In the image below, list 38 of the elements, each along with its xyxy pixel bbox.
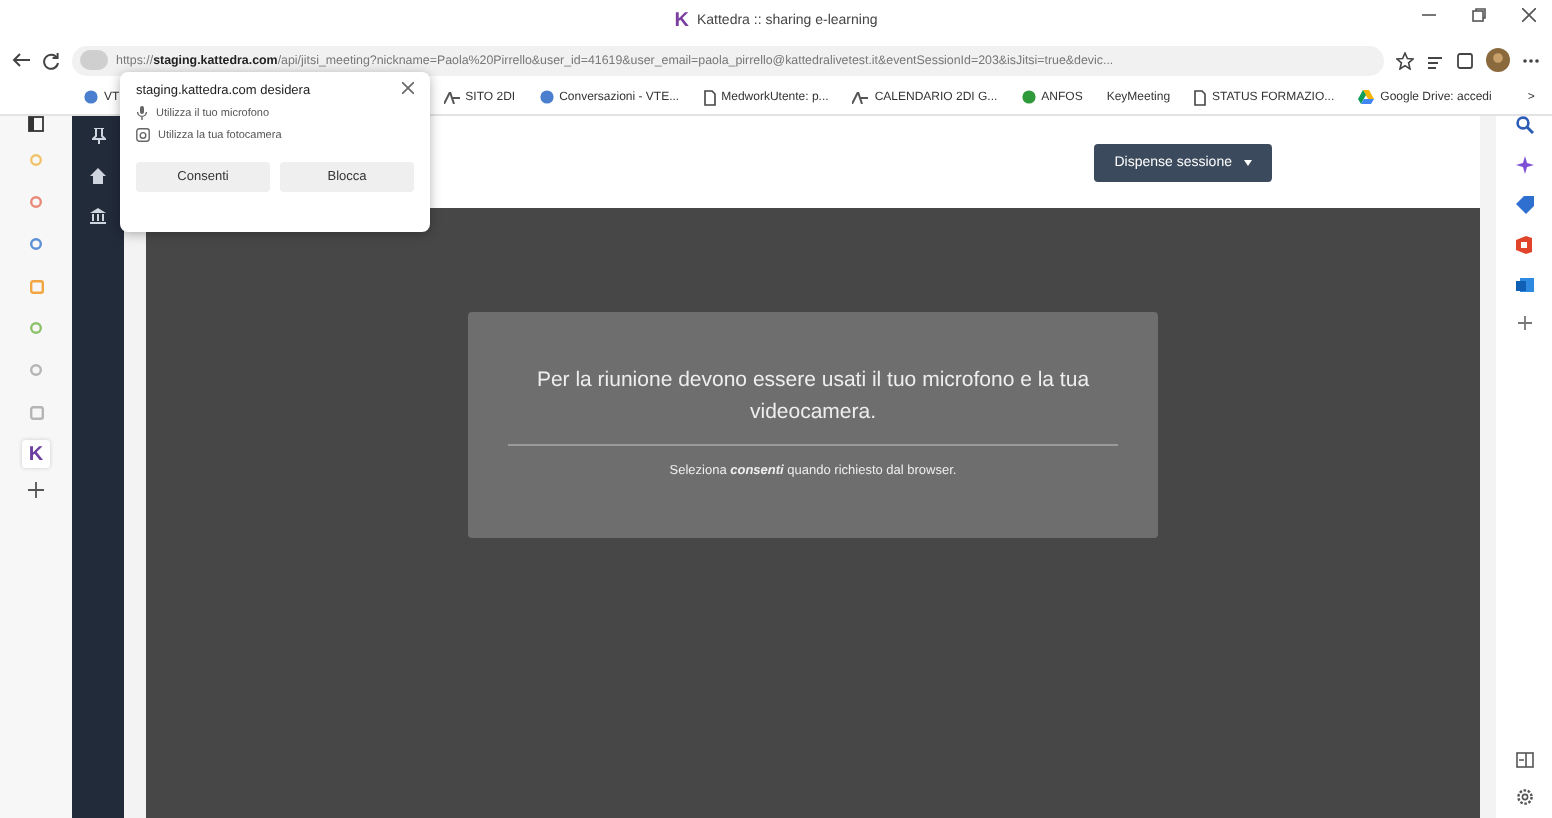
collections-icon[interactable] [1456, 51, 1474, 69]
notice-message: Per la riunione devono essere usati il tuo microfono e la tua videocamera. [534, 366, 1092, 428]
more-icon[interactable] [1522, 57, 1540, 63]
tag-icon[interactable] [1515, 196, 1533, 214]
drive-icon [1358, 90, 1375, 104]
scrollbar[interactable] [1480, 116, 1496, 818]
sidebar-app[interactable]: K [22, 440, 50, 468]
restore-icon[interactable] [1472, 8, 1486, 22]
sparkle-icon[interactable] [1515, 156, 1533, 174]
page-icon [703, 89, 716, 105]
star-icon[interactable] [1396, 51, 1414, 69]
outlook-icon[interactable] [1515, 276, 1533, 294]
bank-icon[interactable] [90, 208, 106, 224]
add-icon[interactable] [1517, 316, 1531, 330]
sidebar-toggle-icon[interactable] [28, 116, 44, 132]
globe-icon [539, 90, 554, 104]
globe-icon [84, 90, 98, 104]
close-icon[interactable] [1522, 8, 1536, 22]
microphone-icon [136, 106, 148, 120]
logo-icon [443, 91, 460, 103]
caret-icon [1244, 159, 1252, 165]
camera-icon [136, 128, 150, 142]
back-icon[interactable] [12, 52, 30, 68]
minimize-icon[interactable] [1422, 8, 1436, 22]
settings-icon[interactable] [1515, 788, 1533, 806]
office-icon[interactable] [1516, 236, 1532, 254]
pin-icon[interactable] [91, 128, 105, 144]
search-icon[interactable] [1515, 116, 1533, 134]
layout-icon[interactable] [1515, 752, 1533, 768]
reload-icon[interactable] [42, 51, 60, 69]
close-icon[interactable] [402, 82, 414, 94]
home-icon[interactable] [90, 168, 106, 184]
avatar-icon[interactable] [1486, 48, 1510, 72]
logo-icon [852, 91, 869, 103]
page-icon [1194, 89, 1207, 105]
favorites-icon[interactable] [1426, 51, 1444, 69]
app-logo: K [674, 9, 689, 31]
add-icon[interactable] [28, 482, 44, 498]
